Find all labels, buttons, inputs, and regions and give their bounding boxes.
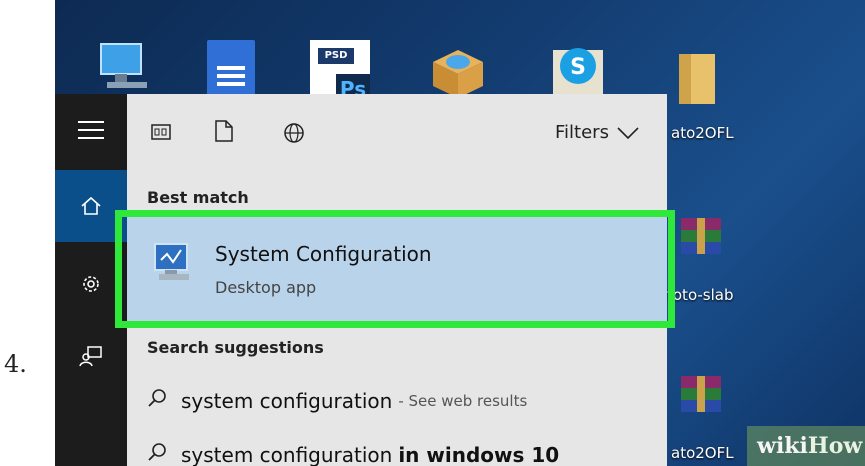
desktop-screen: PSD Ps S ato2OFL toto-slab ato2OFL Filte… xyxy=(55,0,865,466)
best-match-heading: Best match xyxy=(147,188,249,207)
suggestion-text: system configuration xyxy=(181,388,393,413)
svg-text:S: S xyxy=(570,55,586,80)
step-number: 4. xyxy=(4,350,27,378)
person-feedback-icon xyxy=(79,346,102,367)
search-icon xyxy=(147,388,167,413)
home-icon xyxy=(81,196,101,215)
suggestion-suffix: - See web results xyxy=(398,391,528,410)
search-icon xyxy=(147,442,167,466)
web-filter-icon[interactable] xyxy=(283,122,305,148)
hamburger-icon xyxy=(78,121,104,139)
gear-icon xyxy=(83,276,99,292)
feedback-button[interactable] xyxy=(55,320,127,392)
suggestion-bold-text: in windows 10 xyxy=(398,442,560,466)
filters-label: Filters xyxy=(555,122,609,143)
wikihow-watermark: wikiHow xyxy=(747,426,865,466)
highlight-box xyxy=(115,210,675,328)
rar-archive-icon[interactable] xyxy=(675,214,729,264)
desktop-label-3: ato2OFL xyxy=(671,444,734,462)
psd-tag: PSD xyxy=(318,48,354,64)
skype-icon[interactable]: S xyxy=(547,40,609,100)
watermark-wiki: wiki xyxy=(757,433,808,459)
filters-dropdown[interactable]: Filters xyxy=(555,122,639,143)
hamburger-menu-button[interactable] xyxy=(55,94,127,166)
watermark-how: How xyxy=(807,433,863,459)
rar-archive-icon[interactable] xyxy=(675,372,729,422)
document-icon[interactable] xyxy=(207,40,255,100)
computer-icon[interactable] xyxy=(95,38,155,94)
apps-filter-icon[interactable] xyxy=(151,124,171,144)
documents-filter-icon[interactable] xyxy=(215,120,233,146)
chevron-down-icon xyxy=(617,126,639,139)
psd-file-icon[interactable]: PSD Ps xyxy=(310,40,370,101)
desktop-label-1: ato2OFL xyxy=(671,124,734,142)
search-suggestions-heading: Search suggestions xyxy=(147,338,324,357)
suggestion-text: system configuration xyxy=(181,442,393,466)
desktop-label-2: toto-slab xyxy=(667,286,734,304)
suggestion-item-2[interactable]: system configuration in windows 10 xyxy=(147,442,559,466)
archive-folder-icon[interactable] xyxy=(675,50,719,108)
suggestion-item-1[interactable]: system configuration - See web results xyxy=(147,388,527,413)
filter-bar: Filters xyxy=(127,94,667,176)
dropbox-box-icon[interactable] xyxy=(423,42,493,98)
